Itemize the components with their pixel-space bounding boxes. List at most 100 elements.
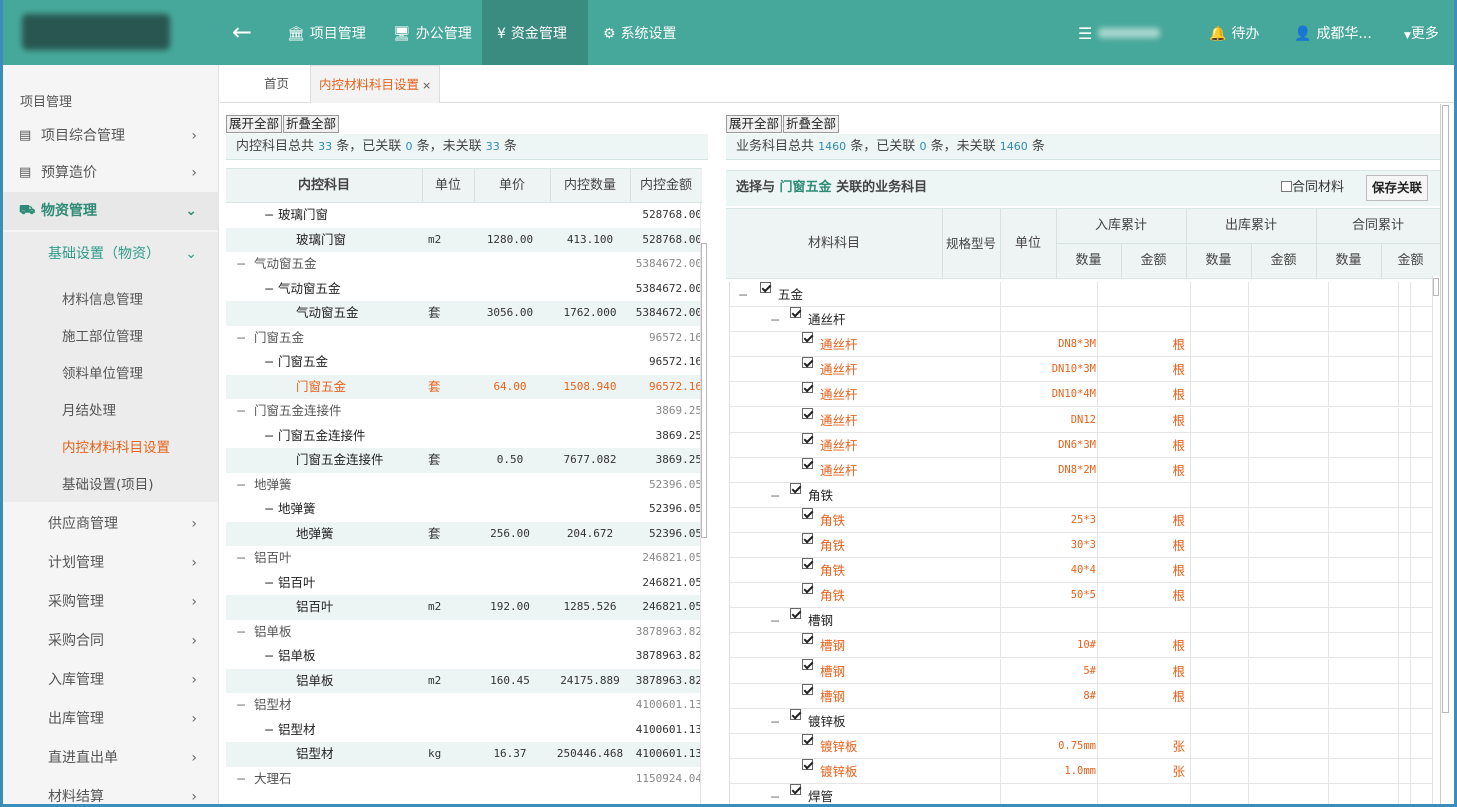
- sidebar-item[interactable]: 材料结算 ›: [3, 778, 218, 807]
- collapse-toggle[interactable]: −: [264, 203, 274, 228]
- collapse-toggle[interactable]: −: [738, 282, 748, 307]
- table-row[interactable]: − 铝单板 3878963.82: [226, 644, 702, 669]
- tab-current[interactable]: 内控材料科目设置 ×: [310, 65, 441, 103]
- checkbox-checked-icon[interactable]: [802, 633, 813, 645]
- collapse-toggle[interactable]: −: [264, 718, 274, 743]
- checkbox-checked-icon[interactable]: [790, 307, 801, 319]
- tree-row[interactable]: − 槽钢: [730, 608, 1432, 634]
- table-row[interactable]: 门窗五金连接件 套 0.50 7677.082 3869.25: [226, 448, 702, 473]
- table-row[interactable]: − 门窗五金连接件 3869.25: [226, 399, 702, 424]
- tree-row[interactable]: 槽钢 8# 根: [730, 683, 1432, 709]
- collapse-toggle[interactable]: −: [236, 252, 246, 277]
- sidebar-item-project-overview[interactable]: ▤ 项目综合管理 ›: [3, 117, 218, 155]
- table-row[interactable]: 气动窗五金 套 3056.00 1762.000 5384672.00: [226, 301, 702, 326]
- right-inner-scrollbar[interactable]: [1432, 276, 1440, 807]
- checkbox-checked-icon[interactable]: [802, 533, 813, 544]
- table-row[interactable]: − 门窗五金 96572.16: [226, 326, 702, 351]
- tree-row[interactable]: − 焊管: [730, 784, 1432, 807]
- collapse-toggle[interactable]: −: [264, 277, 274, 302]
- collapse-all-button[interactable]: 折叠全部: [283, 115, 340, 133]
- expand-all-button[interactable]: 展开全部: [226, 115, 283, 133]
- todo-button[interactable]: 🔔 待办: [1209, 0, 1259, 65]
- sidebar-subitem[interactable]: 施工部位管理: [62, 325, 143, 345]
- checkbox-checked-icon[interactable]: [790, 784, 801, 795]
- sidebar-item[interactable]: 供应商管理 ›: [3, 505, 218, 544]
- collapse-toggle[interactable]: −: [264, 644, 274, 669]
- tree-row[interactable]: 角铁 30*3 根: [730, 533, 1432, 559]
- checkbox-checked-icon[interactable]: [802, 558, 813, 570]
- checkbox-checked-icon[interactable]: [790, 482, 801, 494]
- tree-row[interactable]: − 角铁: [730, 482, 1432, 508]
- scrollbar-thumb[interactable]: [701, 243, 707, 538]
- table-row[interactable]: − 铝型材 4100601.13: [226, 718, 702, 743]
- close-icon[interactable]: ×: [422, 79, 431, 92]
- left-scrollbar[interactable]: [700, 203, 708, 807]
- nav-office[interactable]: 🖥 办公管理: [391, 0, 474, 65]
- table-row[interactable]: 门窗五金 套 64.00 1508.940 96572.16: [226, 374, 702, 399]
- collapse-toggle[interactable]: −: [770, 784, 780, 807]
- save-link-button[interactable]: 保存关联: [1366, 175, 1429, 201]
- sidebar-item[interactable]: 出库管理 ›: [3, 700, 218, 739]
- table-row[interactable]: 铝单板 m2 160.45 24175.889 3878963.82: [226, 668, 702, 693]
- collapse-toggle[interactable]: −: [236, 473, 246, 498]
- tree-row[interactable]: − 镀锌板: [730, 708, 1432, 734]
- nav-finance[interactable]: ¥ 资金管理: [482, 0, 588, 65]
- tree-row[interactable]: 角铁 50*5 根: [730, 583, 1432, 609]
- table-row[interactable]: − 铝百叶 246821.05: [226, 546, 702, 571]
- sidebar-subitem-active[interactable]: 内控材料科目设置: [62, 436, 170, 456]
- sidebar-subitem[interactable]: 领料单位管理: [62, 362, 143, 382]
- table-row[interactable]: − 气动窗五金 5384672.00: [226, 252, 702, 277]
- sidebar-item[interactable]: 直进直出单 ›: [3, 739, 218, 778]
- table-row[interactable]: − 门窗五金 96572.16: [226, 350, 702, 375]
- table-row[interactable]: − 门窗五金连接件 3869.25: [226, 424, 702, 449]
- collapse-toggle[interactable]: −: [236, 620, 246, 645]
- tree-row[interactable]: 通丝杆 DN10*3M 根: [730, 357, 1432, 383]
- table-row[interactable]: − 铝百叶 246821.05: [226, 571, 702, 596]
- user-menu[interactable]: 👤 成都华...: [1294, 0, 1372, 65]
- collapse-toggle[interactable]: −: [770, 483, 780, 508]
- collapse-toggle[interactable]: −: [770, 307, 780, 332]
- page-scrollbar[interactable]: [1440, 104, 1450, 807]
- tree-row[interactable]: 角铁 25*3 根: [730, 507, 1432, 533]
- collapse-toggle[interactable]: −: [236, 767, 246, 792]
- checkbox-checked-icon[interactable]: [802, 758, 813, 770]
- nav-settings[interactable]: ⚙ 系统设置: [603, 0, 677, 65]
- checkbox-checked-icon[interactable]: [802, 432, 813, 444]
- menu-icon[interactable]: ☰: [1078, 0, 1092, 65]
- table-row[interactable]: − 玻璃门窗 528768.00: [226, 203, 702, 228]
- scrollbar-thumb[interactable]: [1442, 105, 1449, 713]
- checkbox-checked-icon[interactable]: [790, 608, 801, 620]
- table-row[interactable]: 铝型材 kg 16.37 250446.468 4100601.13: [226, 742, 702, 767]
- tree-row[interactable]: 镀锌板 0.75mm 张: [730, 733, 1432, 759]
- table-row[interactable]: − 大理石 1150924.04: [226, 767, 702, 792]
- tree-row[interactable]: 通丝杆 DN12 根: [730, 407, 1432, 433]
- tree-row[interactable]: 角铁 40*4 根: [730, 558, 1432, 584]
- table-row[interactable]: − 铝单板 3878963.82: [226, 620, 702, 645]
- checkbox-checked-icon[interactable]: [802, 332, 813, 344]
- checkbox-checked-icon[interactable]: [802, 733, 813, 745]
- sidebar-item[interactable]: 入库管理 ›: [3, 661, 218, 700]
- collapse-toggle[interactable]: −: [236, 546, 246, 571]
- collapse-toggle[interactable]: −: [770, 608, 780, 633]
- tab-home[interactable]: 首页: [264, 65, 289, 103]
- sidebar-subitem[interactable]: 基础设置(项目): [62, 473, 154, 493]
- tree-row[interactable]: 通丝杆 DN6*3M 根: [730, 432, 1432, 458]
- checkbox-checked-icon[interactable]: [802, 683, 813, 695]
- collapse-toggle[interactable]: −: [770, 709, 780, 734]
- more-menu[interactable]: ▼更多: [1404, 0, 1439, 65]
- sidebar-item[interactable]: 采购管理 ›: [3, 583, 218, 622]
- sidebar-item-budget[interactable]: ▤ 预算造价 ›: [3, 154, 218, 192]
- table-row[interactable]: 铝百叶 m2 192.00 1285.526 246821.05: [226, 595, 702, 620]
- checkbox-checked-icon[interactable]: [802, 357, 813, 369]
- collapse-toggle[interactable]: −: [236, 693, 246, 718]
- checkbox-checked-icon[interactable]: [760, 282, 771, 293]
- table-row[interactable]: − 地弹簧 52396.05: [226, 497, 702, 522]
- contract-material-checkbox[interactable]: 合同材料: [1281, 171, 1344, 205]
- collapse-toggle[interactable]: −: [264, 424, 274, 449]
- sidebar-item[interactable]: 计划管理 ›: [3, 544, 218, 583]
- scrollbar-thumb[interactable]: [1433, 278, 1439, 296]
- collapse-toggle[interactable]: −: [236, 399, 246, 424]
- table-row[interactable]: − 地弹簧 52396.05: [226, 473, 702, 498]
- sidebar-item-materials[interactable]: ⛟ 物资管理 ⌄: [3, 192, 218, 230]
- checkbox-checked-icon[interactable]: [790, 708, 801, 720]
